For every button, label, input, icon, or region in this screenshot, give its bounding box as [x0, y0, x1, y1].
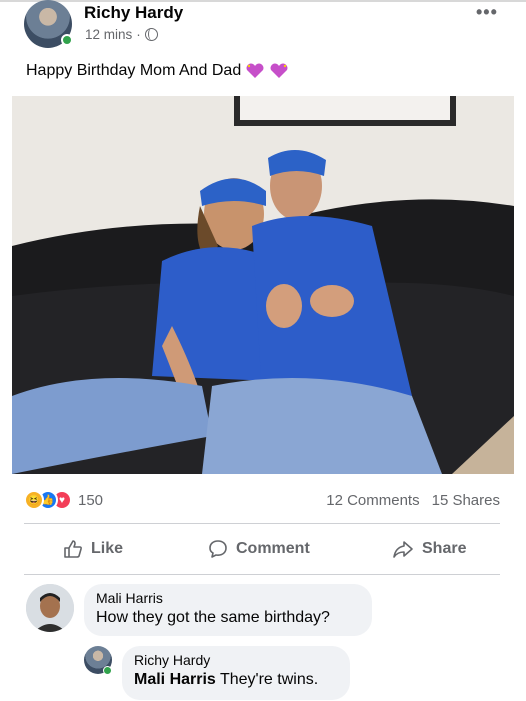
comment-bubble-icon: [209, 540, 227, 558]
commenter-avatar[interactable]: [26, 584, 74, 632]
engagement-counts: 12 Comments 15 Shares: [326, 492, 500, 509]
post-author-name[interactable]: Richy Hardy: [84, 3, 183, 23]
comment-author[interactable]: Mali Harris: [96, 590, 360, 606]
divider: [24, 523, 500, 524]
mention-link[interactable]: Mali Harris: [134, 671, 216, 688]
comment-label: Comment: [236, 540, 310, 557]
comment-button[interactable]: Comment: [208, 539, 310, 559]
online-status-icon: [103, 666, 112, 675]
comment-bubble: Mali Harris How they got the same birthd…: [84, 584, 372, 636]
post-text: Happy Birthday Mom And Dad: [26, 62, 289, 80]
comments-count[interactable]: 12 Comments: [326, 492, 419, 509]
more-options-icon[interactable]: •••: [476, 2, 498, 23]
comment-text: How they got the same birthday?: [96, 609, 330, 626]
post-meta: 12 mins ·: [85, 27, 158, 42]
online-status-icon: [61, 34, 73, 46]
meta-separator: ·: [136, 27, 141, 42]
share-button[interactable]: Share: [392, 539, 466, 559]
reaction-count[interactable]: 150: [78, 492, 103, 509]
globe-icon: [144, 28, 158, 41]
top-divider: [0, 0, 526, 2]
reply-author[interactable]: Richy Hardy: [134, 652, 338, 668]
reply-body: They're twins.: [219, 671, 319, 688]
sparkling-heart-icon: [246, 63, 264, 78]
share-label: Share: [422, 540, 467, 557]
thumbs-up-icon: [64, 540, 82, 558]
shares-count[interactable]: 15 Shares: [432, 492, 500, 509]
like-button[interactable]: Like: [63, 539, 123, 559]
sparkling-heart-icon: [270, 63, 288, 78]
share-arrow-icon: [393, 541, 413, 558]
divider: [24, 574, 500, 575]
post-photo[interactable]: [12, 96, 514, 474]
reply-text: Mali Harris They're twins.: [134, 671, 338, 689]
like-label: Like: [91, 540, 124, 557]
reaction-summary[interactable]: 😆 👍 ♥ 150: [24, 490, 103, 510]
post-text-content: Happy Birthday Mom And Dad: [26, 62, 242, 79]
haha-reaction-icon: 😆: [24, 490, 44, 510]
reply-bubble: Richy Hardy Mali Harris They're twins.: [122, 646, 350, 700]
post-time[interactable]: 12 mins: [85, 27, 132, 42]
